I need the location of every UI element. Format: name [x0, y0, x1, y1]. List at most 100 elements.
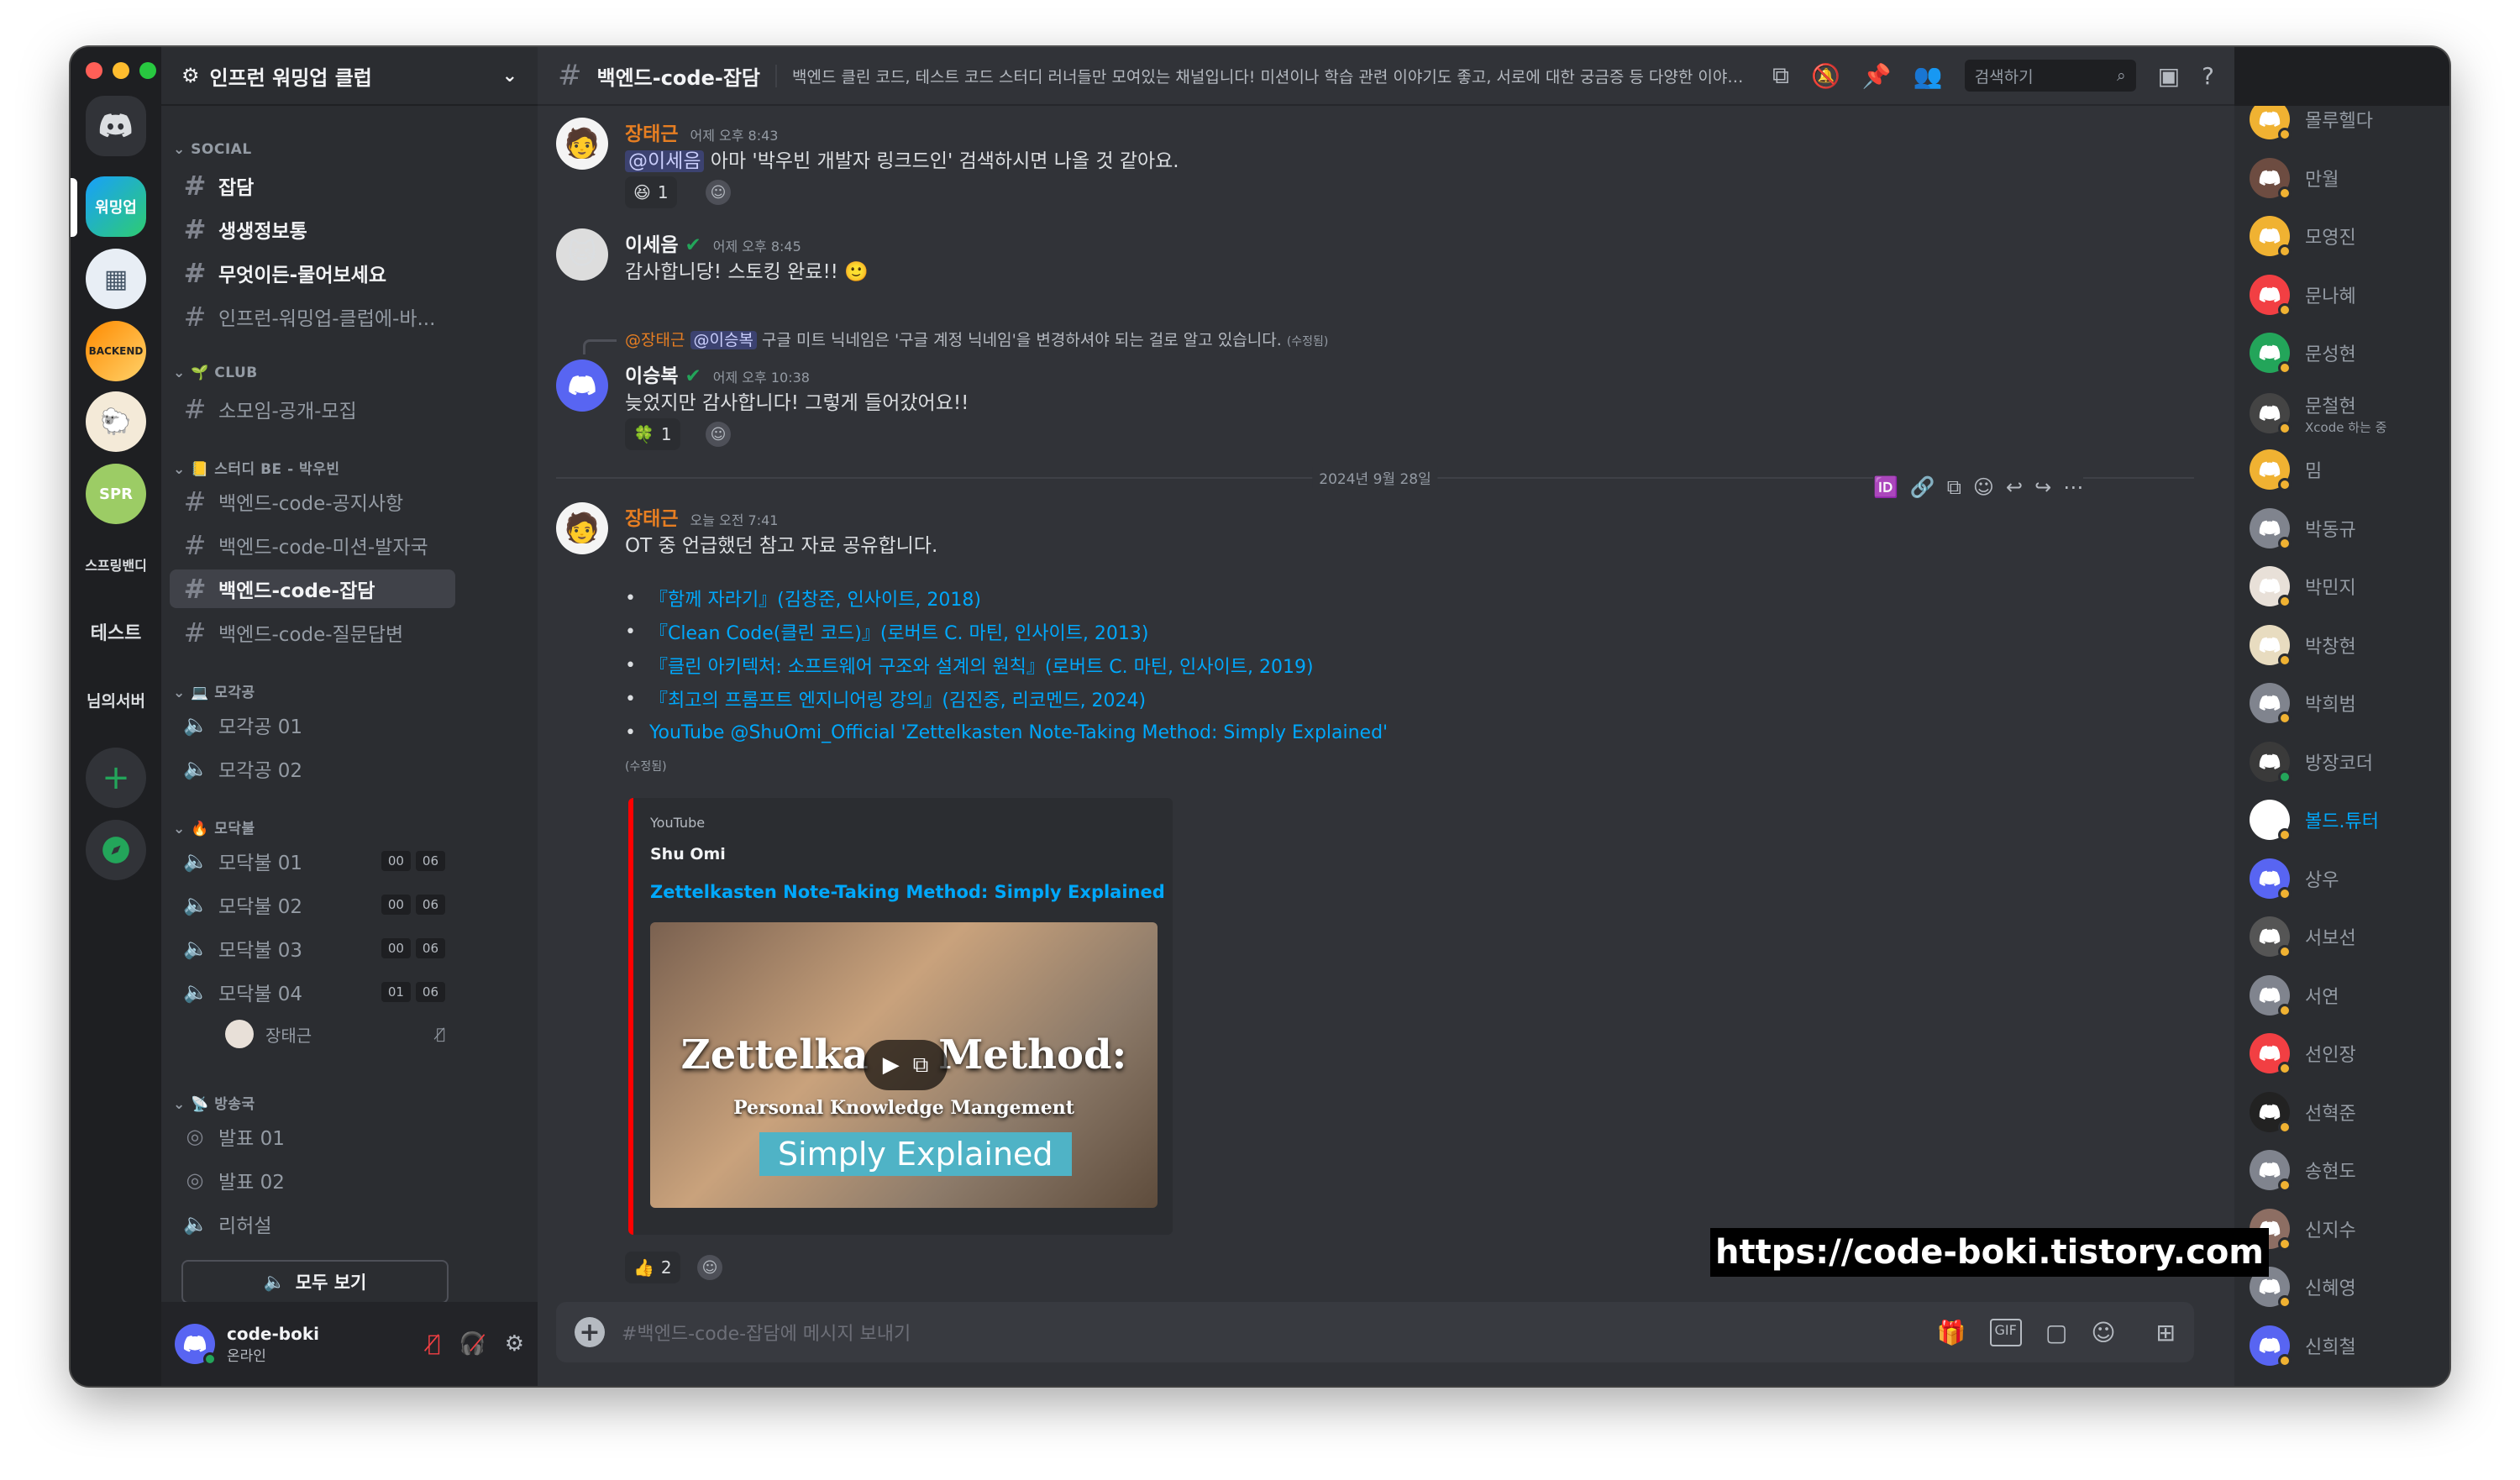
stage-channel-02[interactable]: ◎ 발표 02 [170, 1161, 455, 1199]
member-item[interactable]: 모영진 [2250, 216, 2443, 258]
see-all-button[interactable]: 🔈 모두 보기 [181, 1260, 449, 1304]
member-item[interactable]: 박창현 [2250, 624, 2443, 667]
member-item[interactable]: 서보선 [2250, 916, 2443, 958]
embed-title[interactable]: Zettelkasten Note-Taking Method: Simply … [650, 882, 1165, 902]
link-item[interactable]: 『클린 아키텍처: 소프트웨어 구조와 설계의 원칙』(로버트 C. 마틴, 인… [625, 648, 1388, 682]
channel-inflearn-club[interactable]: # 인프런-워밍업-클럽에-바... [170, 297, 455, 336]
apps-icon[interactable]: ⊞ [2156, 1319, 2176, 1346]
member-item[interactable]: 선혁준 [2250, 1091, 2443, 1134]
server-spring-game[interactable]: SPR [86, 464, 146, 524]
add-reaction-icon[interactable]: ☺ [706, 180, 731, 205]
reply-icon[interactable]: ↩ [2006, 475, 2023, 499]
member-item[interactable]: 몰루헬다 [2250, 106, 2443, 141]
search-input[interactable]: 검색하기 ⌕ [1964, 60, 2136, 92]
channel-meetup-recruit[interactable]: # 소모임-공개-모집 [170, 390, 455, 428]
message-author[interactable]: 이승복 ✔ 어제 오후 10:38 [625, 360, 810, 388]
link-item[interactable]: 『함께 자라기』(김창준, 인사이트, 2018) [625, 581, 1388, 615]
embed-author[interactable]: Shu Omi [650, 845, 726, 863]
member-item[interactable]: 송현도 [2250, 1150, 2443, 1192]
reaction-laugh[interactable]: 😆 1 [625, 176, 677, 208]
message-author[interactable]: 이세음 ✔ 어제 오후 8:45 [625, 228, 801, 257]
link-item[interactable]: 『Clean Code(클린 코드)』(로버트 C. 마틴, 인사이트, 201… [625, 615, 1388, 648]
user-mention[interactable]: @이세음 [625, 150, 705, 172]
more-icon[interactable]: ⋯ [2063, 475, 2083, 499]
add-attachment-icon[interactable]: + [575, 1317, 605, 1347]
link-icon[interactable]: 🔗 [1910, 475, 1935, 499]
server-inflearn-warmup[interactable]: 워밍업 [86, 176, 146, 237]
message-input[interactable]: #백엔드-code-잡담에 메시지 보내기 [622, 1319, 1920, 1346]
member-item[interactable]: 밈 [2250, 449, 2443, 491]
member-item[interactable]: 문성현 [2250, 333, 2443, 375]
add-reaction-icon[interactable]: ☺ [706, 422, 731, 447]
message-author[interactable]: 장태근 어제 오후 8:43 [625, 118, 778, 146]
user-info[interactable]: code-boki 온라인 [227, 1324, 319, 1365]
notification-mute-icon[interactable]: 🔕 [1811, 62, 1840, 90]
voice-channel-modakbul-03[interactable]: 🔈 모닥불 03 00 06 [170, 929, 455, 968]
embed-provider[interactable]: YouTube [650, 815, 705, 831]
deafen-icon[interactable]: 🎧̸ [459, 1331, 486, 1357]
emoji-picker-icon[interactable]: ☺ [2091, 1319, 2115, 1346]
stage-channel-01[interactable]: ◎ 발표 01 [170, 1117, 455, 1156]
member-item[interactable]: 방장코더 [2250, 741, 2443, 784]
member-item[interactable]: 만월 [2250, 157, 2443, 200]
reaction-thumbsup[interactable]: 👍 2 [625, 1252, 680, 1283]
member-item[interactable]: 신혜영 [2250, 1267, 2443, 1309]
thread-icon[interactable]: ⧉ [1947, 475, 1961, 499]
member-item[interactable]: 박희범 [2250, 683, 2443, 725]
server-spring-text[interactable]: 스프링밴디 [71, 554, 161, 575]
voice-channel-modakbul-02[interactable]: 🔈 모닥불 02 00 06 [170, 885, 455, 924]
voice-channel-mogakgong-02[interactable]: 🔈 모각공 02 [170, 749, 455, 788]
category-club[interactable]: ⌄ 🌱 CLUB [173, 365, 258, 381]
help-icon[interactable]: ? [2202, 62, 2214, 90]
voice-user-jangtaegeun[interactable]: 장태근 🎙̸ [212, 1015, 455, 1053]
reply-preview[interactable]: @장태근 @이승복 구글 미트 닉네임은 '구글 계정 닉네임'을 변경하셔야 … [625, 328, 1328, 350]
member-item[interactable]: 신희철 [2250, 1325, 2443, 1367]
category-modakbul[interactable]: ⌄ 🔥 모닥불 [173, 816, 255, 837]
server-test[interactable]: 테스트 [71, 618, 161, 645]
server-personal[interactable]: 님의서버 [71, 689, 161, 711]
member-item[interactable]: 박민지 [2250, 566, 2443, 608]
voice-channel-modakbul-01[interactable]: 🔈 모닥불 01 00 06 [170, 842, 455, 880]
play-icon[interactable]: ▶ ⧉ [864, 1040, 948, 1090]
mute-mic-icon[interactable]: 🎙̸ [428, 1331, 441, 1357]
gift-icon[interactable]: 🎁 [1937, 1319, 1966, 1346]
server-header[interactable]: ⚙ 인프런 워밍업 클럽 ⌄ [161, 47, 538, 106]
voice-channel-mogakgong-01[interactable]: 🔈 모각공 01 [170, 706, 455, 744]
gif-icon[interactable]: GIF [1989, 1318, 2022, 1346]
channel-backend-qna[interactable]: # 백엔드-code-질문답변 [170, 613, 455, 652]
member-item[interactable]: 신지수 [2250, 1208, 2443, 1251]
member-item[interactable]: 서연 [2250, 974, 2443, 1017]
pin-icon[interactable]: 📌 [1862, 62, 1892, 90]
category-mogakgong[interactable]: ⌄ 💻 모각공 [173, 680, 255, 701]
member-list-icon[interactable]: 👥 [1914, 62, 1943, 90]
channel-chat[interactable]: # 잡담 [170, 166, 455, 205]
close-window-button[interactable] [86, 62, 102, 79]
channel-topic[interactable]: 백엔드 클린 코드, 테스트 코드 스터디 러너들만 모여있는 채널입니다! 미… [775, 64, 1757, 87]
server-icon-4[interactable]: 🐑 [86, 391, 146, 452]
category-social[interactable]: ⌄ SOCIAL [173, 141, 252, 158]
direct-messages-button[interactable] [86, 96, 146, 156]
threads-icon[interactable]: ⧉ [1772, 61, 1789, 90]
channel-ask-anything[interactable]: # 무엇이든-물어보세요 [170, 254, 455, 292]
minimize-window-button[interactable] [113, 62, 129, 79]
channel-backend-chat[interactable]: # 백엔드-code-잡담 [170, 569, 455, 608]
message-author[interactable]: 장태근 오늘 오전 7:41 [625, 502, 778, 531]
member-item[interactable]: 문철현 Xcode 하는 중 [2250, 391, 2443, 436]
channel-backend-notice[interactable]: # 백엔드-code-공지사항 [170, 482, 455, 521]
avatar[interactable] [175, 1324, 217, 1366]
forward-icon[interactable]: ↪ [2034, 475, 2051, 499]
category-study[interactable]: ⌄ 📒 스터디 BE - 박우빈 [173, 457, 339, 478]
voice-channel-rehearsal[interactable]: 🔈 리허설 [170, 1204, 455, 1243]
link-item[interactable]: YouTube @ShuOmi_Official 'Zettelkasten N… [625, 716, 1388, 749]
member-item[interactable]: 볼드.튜터 [2250, 800, 2443, 842]
add-reaction-icon[interactable]: ☺ [697, 1255, 722, 1280]
member-item[interactable]: 문나혜 [2250, 274, 2443, 317]
emoji-icon[interactable]: ☺ [1973, 475, 1994, 499]
sticker-icon[interactable]: ▢ [2045, 1319, 2067, 1346]
member-item[interactable]: 상우 [2250, 858, 2443, 900]
add-server-button[interactable]: + [86, 748, 146, 808]
channel-backend-mission[interactable]: # 백엔드-code-미션-발자국 [170, 526, 455, 564]
voice-channel-modakbul-04[interactable]: 🔈 모닥불 04 01 06 [170, 973, 455, 1011]
reaction-clover[interactable]: 🍀 1 [625, 418, 680, 450]
app-id-icon[interactable]: 🆔 [1873, 475, 1898, 499]
